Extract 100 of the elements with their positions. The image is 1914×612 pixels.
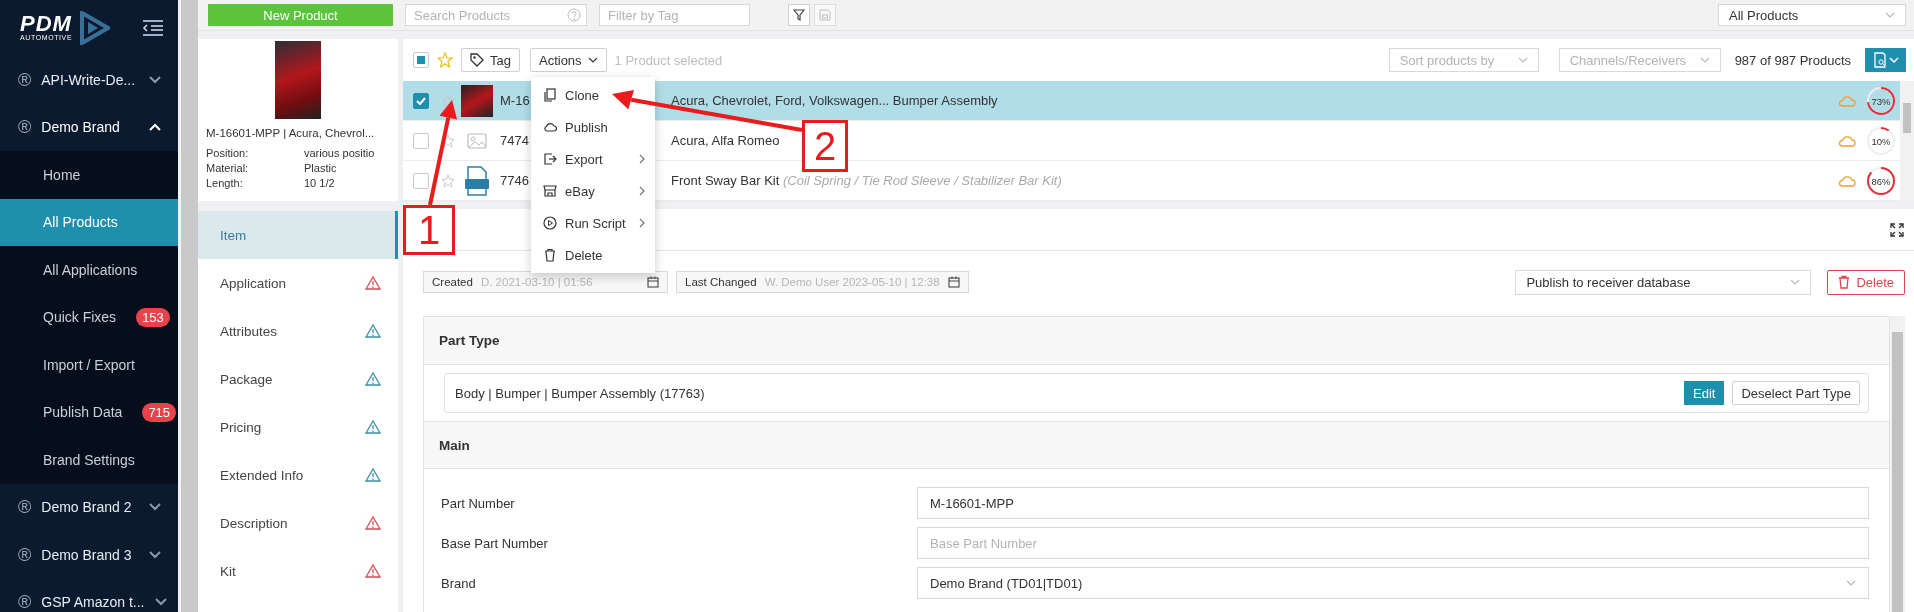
document-search-icon: [1872, 52, 1887, 68]
star-icon[interactable]: [437, 52, 453, 68]
warning-icon: [365, 468, 381, 482]
check-icon: [416, 96, 426, 105]
registered-icon: ®: [18, 70, 32, 89]
menu-collapse-icon[interactable]: [142, 19, 164, 37]
last-changed-field[interactable]: Last Changed W. Demo User 2023-05-10 | 12:38: [676, 271, 969, 293]
chevron-down-icon: [1846, 580, 1856, 586]
product-description: Acura, Alfa Romeo: [671, 133, 780, 148]
nav-link[interactable]: Publish Data 715: [0, 388, 178, 436]
nav-link[interactable]: Brand Settings: [0, 436, 178, 484]
select-all-checkbox[interactable]: [413, 52, 429, 68]
brand-select[interactable]: Demo Brand (TD01|TD01): [917, 567, 1869, 599]
completeness-value: 73%: [1871, 95, 1891, 106]
expand-icon[interactable]: [1890, 222, 1904, 237]
trash-icon: [1838, 275, 1851, 289]
calendar-icon: [947, 276, 960, 288]
registered-icon: ®: [18, 593, 32, 612]
warning-icon: [365, 372, 381, 386]
menu-item[interactable]: Delete: [531, 239, 655, 271]
delete-button[interactable]: Delete: [1827, 269, 1905, 295]
item-tab[interactable]: Pricing: [198, 403, 398, 451]
star-icon[interactable]: [441, 93, 455, 108]
part-number: 7474: [500, 133, 529, 148]
chevron-down-icon: [587, 57, 598, 63]
item-tab[interactable]: Description: [198, 499, 398, 547]
star-icon[interactable]: [441, 173, 455, 188]
tag-filter-field[interactable]: Filter by Tag: [599, 4, 750, 26]
part-type-value: Body | Bumper | Bumper Assembly (17763): [455, 385, 706, 401]
deselect-part-type-button[interactable]: Deselect Part Type: [1732, 381, 1860, 405]
store-icon: [543, 184, 557, 198]
product-title: M-16601-MPP | Acura, Chevrol...: [205, 126, 376, 139]
view-options-button[interactable]: [1865, 48, 1906, 72]
item-tab[interactable]: Package: [198, 355, 398, 403]
created-date-field[interactable]: Created D. 2021-03-10 | 01:56: [423, 271, 668, 293]
text-field[interactable]: M-16601-MPP: [917, 487, 1869, 519]
product-thumbnail: [461, 84, 493, 117]
menu-item[interactable]: Clone: [531, 79, 655, 111]
selection-status: 1 Product selected: [614, 52, 723, 68]
warning-icon: [365, 420, 381, 434]
help-icon: [567, 8, 581, 22]
edit-button[interactable]: Edit: [1684, 381, 1725, 405]
nav-link[interactable]: Quick Fixes 153: [0, 293, 178, 341]
brand-menu-item[interactable]: ® Demo Brand 3: [0, 531, 178, 579]
view-select[interactable]: All Products: [1718, 4, 1906, 26]
field-label: Base Part Number: [441, 535, 549, 551]
field-label: Brand: [441, 575, 477, 591]
product-description: Front Sway Bar Kit: [671, 173, 780, 188]
attribute-value: various positio: [304, 147, 376, 159]
scrollbar[interactable]: [178, 0, 198, 612]
actions-button[interactable]: Actions: [529, 48, 607, 72]
product-description: Acura, Chevrolet, Ford, Volkswagen... Bumper Assembly: [671, 93, 998, 108]
nav-link[interactable]: Home: [0, 151, 178, 199]
warning-icon: [365, 276, 381, 290]
item-tab[interactable]: Kit: [198, 547, 398, 595]
text-field[interactable]: Base Part Number: [917, 527, 1869, 559]
publish-select[interactable]: Publish to receiver database: [1515, 269, 1812, 295]
cloud-icon: [543, 120, 557, 134]
nav-link[interactable]: Import / Export: [0, 341, 178, 389]
item-tab[interactable]: Application: [198, 259, 398, 307]
cloud-icon: [1838, 134, 1856, 147]
save-icon: [819, 9, 831, 21]
chevron-down-icon: [1790, 279, 1801, 285]
completeness-value: 10%: [1871, 135, 1891, 146]
count-badge: 153: [136, 307, 170, 327]
tag-icon: [470, 53, 484, 67]
row-checkbox[interactable]: [413, 92, 429, 109]
cloud-icon: [1838, 174, 1856, 187]
filter-button[interactable]: [788, 4, 810, 26]
row-checkbox[interactable]: [413, 132, 429, 149]
item-tab[interactable]: Item: [198, 211, 398, 259]
attribute-value: Plastic: [304, 162, 338, 174]
brand-menu-item[interactable]: ® Demo Brand: [0, 103, 178, 151]
warning-icon: [365, 516, 381, 530]
attribute-label: Length:: [206, 177, 244, 189]
scrollbar[interactable]: [1900, 81, 1914, 201]
completeness-value: 86%: [1871, 175, 1891, 186]
nav-link[interactable]: All Applications: [0, 246, 178, 294]
search-field[interactable]: Search Products: [405, 4, 587, 26]
brand-menu-item[interactable]: ® API-Write-De...: [0, 56, 178, 104]
brand-menu-item[interactable]: ® Demo Brand 2: [0, 483, 178, 531]
item-tab[interactable]: Extended Info: [198, 451, 398, 499]
star-icon[interactable]: [441, 133, 455, 148]
tag-button[interactable]: Tag: [461, 48, 520, 72]
row-checkbox[interactable]: [413, 172, 429, 189]
logo-text: PDM: [20, 14, 72, 34]
chevron-down-icon: [1699, 57, 1710, 63]
part-number: 7746: [500, 173, 529, 188]
field-label: Part Number: [441, 495, 516, 511]
scrollbar[interactable]: [1890, 316, 1905, 612]
brand-menu-item[interactable]: ® GSP Amazon t...: [0, 578, 178, 612]
attribute-value: 10 1/2: [304, 177, 336, 189]
export-icon: [543, 152, 557, 166]
item-tab[interactable]: Attributes: [198, 307, 398, 355]
menu-item[interactable]: Run Script: [531, 207, 655, 239]
nav-link[interactable]: All Products: [0, 198, 178, 246]
calendar-icon: [647, 276, 659, 288]
trash-icon: [543, 248, 557, 262]
attribute-label: Position:: [206, 147, 250, 159]
chevron-down-icon: [1888, 57, 1899, 63]
